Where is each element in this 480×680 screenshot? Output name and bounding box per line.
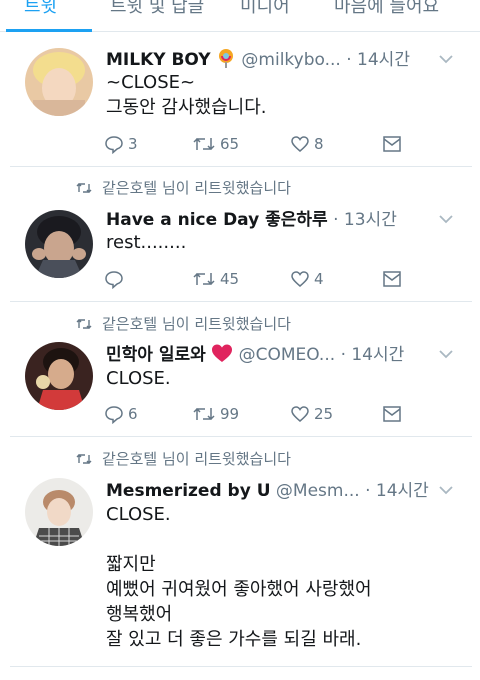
tweet-text-line: rest........ [106,232,187,253]
tweet-timestamp[interactable]: · 14시간 [365,481,429,501]
tweet-divider [10,436,472,437]
retweet-icon [193,272,215,286]
user-handle[interactable]: @COMEO... [239,345,336,365]
display-name[interactable]: Have a nice Day 좋은하루 [106,210,328,230]
retweet-icon [76,183,92,193]
tweet-actions: 45 4 [104,267,424,291]
direct-message-button[interactable] [382,267,402,291]
direct-message-button[interactable] [382,132,402,156]
retweet-context: 같은호텔 님이 리트윗했습니다 [76,177,291,198]
user-handle[interactable]: @Mesm... [276,481,360,501]
chevron-down-icon[interactable] [438,485,454,495]
tweet-header: Mesmerized by U @Mesm... · 14시간 [106,476,429,501]
reply-icon [105,406,123,424]
red-heart-emoji-icon [211,343,233,368]
avatar[interactable] [25,478,93,546]
tab-tweets[interactable]: 트윗 [24,0,57,18]
tweet-header: Have a nice Day 좋은하루 · 13시간 [106,205,397,230]
tab-likes[interactable]: 마음에 들어요 [334,0,439,18]
tweet-text-line: 행복했어 [106,604,173,625]
envelope-icon [383,136,401,152]
like-count: 25 [314,405,334,423]
like-count: 8 [314,135,324,153]
retweet-context-label[interactable]: 같은호텔 님이 리트윗했습니다 [102,179,291,197]
chevron-down-icon[interactable] [438,54,454,64]
profile-tab-bar: 트윗 트윗 및 답글 미디어 마음에 들어요 [0,0,480,32]
tweet-text-line: 예뻤어 귀여웠어 좋아했어 사랑했어 [106,579,372,600]
retweet-button[interactable]: 99 [192,402,239,426]
reply-button[interactable] [104,267,128,291]
retweet-icon [193,137,215,151]
display-name[interactable]: Mesmerized by U [106,481,271,501]
active-tab-indicator [6,29,92,32]
tab-media[interactable]: 미디어 [240,0,290,18]
retweet-context: 같은호텔 님이 리트윗했습니다 [76,448,291,469]
tweet-divider [10,666,472,667]
reply-count: 3 [128,135,138,153]
retweet-button[interactable]: 65 [192,132,239,156]
reply-icon [105,271,123,289]
display-name[interactable]: MILKY BOY [106,50,211,70]
envelope-icon [383,271,401,287]
tweet-header: 민학아 일로와 @COMEO... · 14시간 [106,340,404,368]
tweet-timestamp[interactable]: · 14시간 [341,345,405,365]
retweet-button[interactable]: 45 [192,267,239,291]
like-count: 4 [314,270,324,288]
retweet-context-label[interactable]: 같은호텔 님이 리트윗했습니다 [102,450,291,468]
tweet-text-line: CLOSE. [106,368,171,389]
heart-icon [291,406,309,422]
chevron-down-icon[interactable] [438,349,454,359]
tweet-timestamp[interactable]: · 14시간 [346,50,410,70]
tweet-timestamp[interactable]: · 13시간 [333,210,397,230]
heart-icon [291,136,309,152]
retweet-count: 45 [220,270,240,288]
reply-count: 6 [128,405,138,423]
like-button[interactable]: 4 [290,267,324,291]
tweet-text-line: 짧지만 [106,554,156,575]
retweet-context: 같은호텔 님이 리트윗했습니다 [76,313,291,334]
reply-button[interactable]: 6 [104,402,138,426]
retweet-count: 65 [220,135,240,153]
avatar[interactable] [25,210,93,278]
retweet-icon [76,319,92,329]
avatar[interactable] [25,48,93,116]
tweet-header: MILKY BOY @milkybo... · 14시간 [106,45,410,73]
retweet-icon [76,454,92,464]
reply-button[interactable]: 3 [104,132,138,156]
tab-tweets-and-replies[interactable]: 트윗 및 답글 [110,0,204,18]
tweet-text-line: CLOSE. [106,504,171,525]
direct-message-button[interactable] [382,402,402,426]
retweet-count: 99 [220,405,240,423]
tweet-divider [10,166,472,167]
envelope-icon [383,406,401,422]
user-handle[interactable]: @milkybo... [241,50,340,70]
tweet-text-line: 그동안 감사했습니다. [106,97,267,118]
tweet-divider [10,301,472,302]
tweet-actions: 3 65 8 [104,132,424,156]
display-name[interactable]: 민학아 일로와 [106,345,206,365]
reply-icon [105,136,123,154]
retweet-icon [193,407,215,421]
like-button[interactable]: 8 [290,132,324,156]
retweet-context-label[interactable]: 같은호텔 님이 리트윗했습니다 [102,315,291,333]
heart-icon [291,271,309,287]
lollipop-emoji-icon [216,48,236,73]
avatar[interactable] [25,342,93,410]
tweet-text-line: 잘 있고 더 좋은 가수를 되길 바래. [106,629,362,650]
chevron-down-icon[interactable] [438,214,454,224]
tweet-actions: 6 99 25 [104,402,424,426]
like-button[interactable]: 25 [290,402,333,426]
tweet-text-line: ~CLOSE~ [106,72,196,93]
